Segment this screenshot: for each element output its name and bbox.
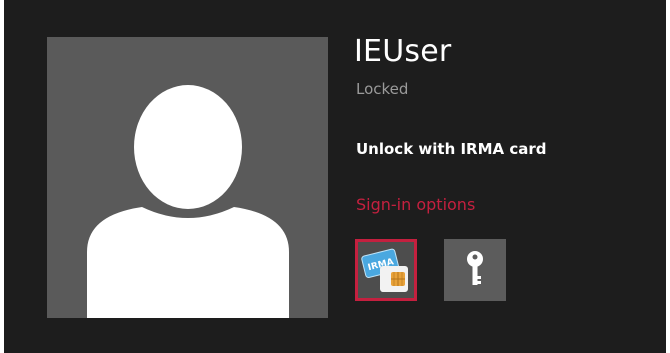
user-name: IEUser <box>354 34 452 69</box>
key-icon <box>467 251 483 285</box>
user-silhouette-icon <box>87 85 289 318</box>
password-provider-button[interactable] <box>444 239 506 301</box>
lock-screen: IEUser Locked Unlock with IRMA card Sign… <box>4 0 666 353</box>
irma-card-icon: IRMA <box>361 248 408 292</box>
user-status: Locked <box>356 80 409 98</box>
unlock-prompt: Unlock with IRMA card <box>356 140 547 158</box>
irma-card-provider-button[interactable]: IRMA <box>355 239 417 301</box>
sign-in-options-link[interactable]: Sign-in options <box>356 195 475 214</box>
user-avatar <box>47 37 328 318</box>
